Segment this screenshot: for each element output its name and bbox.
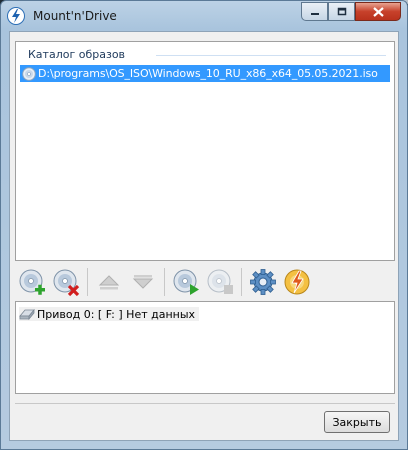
mount-icon bbox=[173, 269, 199, 295]
add-image-button[interactable] bbox=[15, 265, 49, 299]
add-image-icon bbox=[19, 269, 45, 295]
remove-image-icon bbox=[53, 269, 80, 297]
caption-buttons bbox=[301, 2, 401, 22]
image-catalog-list[interactable]: Каталог образов D:\programs\OS_ISO\Windo… bbox=[15, 41, 395, 261]
toolbar-separator bbox=[164, 268, 165, 296]
close-window-button[interactable] bbox=[355, 2, 401, 21]
move-up-icon bbox=[98, 275, 120, 290]
toolbar bbox=[15, 265, 395, 299]
drives-list[interactable]: Привод 0: [ F: ] Нет данных bbox=[15, 301, 395, 394]
unmount-icon bbox=[207, 269, 233, 294]
settings-icon bbox=[250, 269, 276, 295]
move-down-icon bbox=[132, 275, 154, 289]
minimize-button[interactable] bbox=[301, 2, 328, 21]
disc-icon bbox=[22, 66, 36, 81]
close-button[interactable]: Закрыть bbox=[324, 411, 390, 433]
catalog-header-line bbox=[156, 55, 386, 56]
drive-icon bbox=[19, 308, 35, 321]
window-title: Mount'n'Drive bbox=[33, 9, 117, 23]
close-icon bbox=[372, 6, 384, 17]
iso-path: D:\programs\OS_ISO\Windows_10_RU_x86_x64… bbox=[38, 67, 378, 80]
about-icon bbox=[284, 269, 310, 295]
move-up-button[interactable] bbox=[92, 265, 126, 299]
title-bar[interactable]: Mount'n'Drive bbox=[1, 1, 407, 31]
toolbar-separator bbox=[241, 268, 242, 296]
toolbar-separator bbox=[87, 268, 88, 296]
window-client-area: Каталог образов D:\programs\OS_ISO\Windo… bbox=[9, 31, 399, 441]
app-window: Mount'n'Drive Каталог образов D:\program… bbox=[0, 0, 408, 450]
catalog-header: Каталог образов bbox=[28, 48, 126, 61]
remove-image-button[interactable] bbox=[49, 265, 83, 299]
unmount-button[interactable] bbox=[203, 265, 237, 299]
footer-divider bbox=[15, 403, 395, 404]
move-down-button[interactable] bbox=[126, 265, 160, 299]
settings-button[interactable] bbox=[246, 265, 280, 299]
app-lightning-icon bbox=[7, 7, 25, 25]
list-item[interactable]: D:\programs\OS_ISO\Windows_10_RU_x86_x64… bbox=[20, 65, 390, 82]
minimize-icon bbox=[310, 12, 319, 15]
drive-label: Привод 0: [ F: ] Нет данных bbox=[37, 307, 196, 321]
list-item[interactable]: Привод 0: [ F: ] Нет данных bbox=[19, 307, 200, 321]
maximize-icon bbox=[337, 7, 346, 15]
maximize-button[interactable] bbox=[328, 2, 355, 21]
about-button[interactable] bbox=[280, 265, 314, 299]
mount-button[interactable] bbox=[169, 265, 203, 299]
